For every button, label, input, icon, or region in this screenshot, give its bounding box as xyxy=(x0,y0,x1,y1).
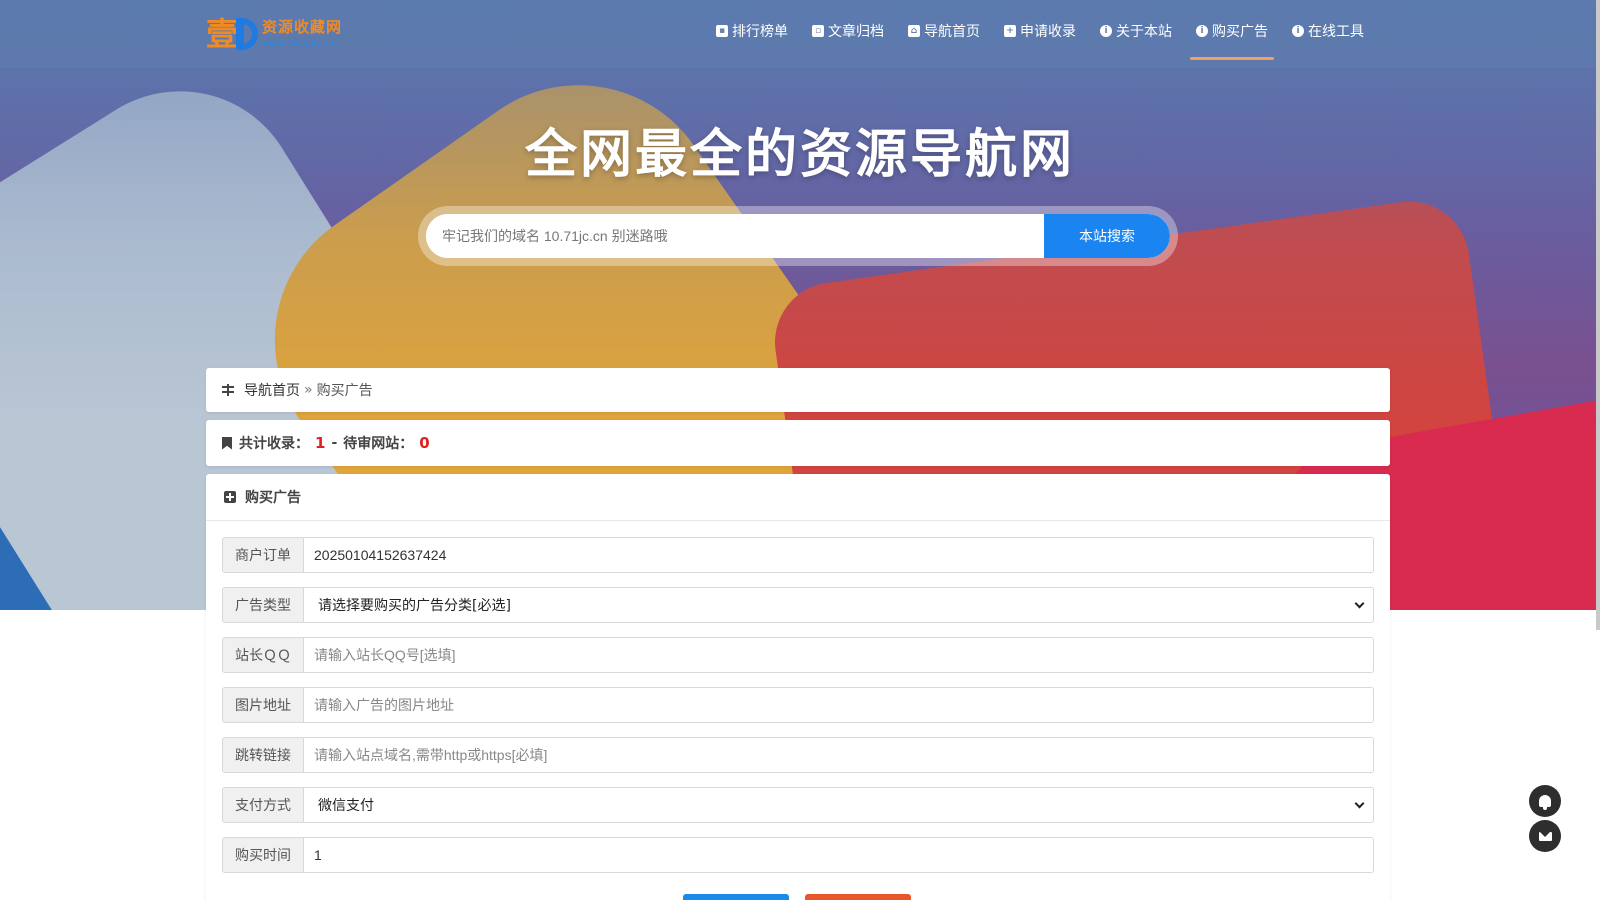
nav-menu: ▪ 排行榜单 ▫ 文章归档 ⌂ 导航首页 + 申请收录 i 关于本站 i 购买广… xyxy=(704,0,1376,62)
buy-ad-form: 购买广告 商户订单 广告类型 请选择要购买的广告分类[必选] 站长ＱＱ 图片地址… xyxy=(206,474,1390,900)
nav-item-label: 文章归档 xyxy=(828,24,884,40)
nav-item-buy-ads[interactable]: i 购买广告 xyxy=(1184,0,1280,62)
order-field: 商户订单 xyxy=(222,537,1374,573)
scrollbar[interactable] xyxy=(1596,0,1600,630)
plus-square-icon xyxy=(224,491,236,503)
link-input[interactable] xyxy=(304,738,1373,772)
duration-field: 购买时间 xyxy=(222,837,1374,873)
breadcrumb-separator: » xyxy=(304,382,313,398)
nav-item-submit-site[interactable]: + 申请收录 xyxy=(992,0,1088,62)
image-url-label: 图片地址 xyxy=(223,688,304,722)
ad-type-field: 广告类型 请选择要购买的广告分类[必选] xyxy=(222,587,1374,623)
search-bar: 本站搜索 xyxy=(418,206,1178,266)
logo-glyph: 壹 xyxy=(206,15,239,53)
breadcrumb-current: 购买广告 xyxy=(316,383,373,399)
included-label: 共计收录： xyxy=(239,436,309,452)
link-label: 跳转链接 xyxy=(223,738,304,772)
nav-item-archive[interactable]: ▫ 文章归档 xyxy=(800,0,896,62)
mail-float-button[interactable] xyxy=(1529,820,1561,852)
nav-item-label: 导航首页 xyxy=(924,24,980,40)
info-icon: i xyxy=(1292,25,1304,37)
qq-float-button[interactable] xyxy=(1529,785,1561,817)
mail-icon xyxy=(1538,831,1552,841)
info-icon: i xyxy=(1100,25,1112,37)
nav-item-label: 排行榜单 xyxy=(732,24,788,40)
home-icon: ⌂ xyxy=(908,25,920,37)
payment-select[interactable]: 微信支付 xyxy=(304,788,1373,822)
ad-type-selected: 请选择要购买的广告分类[必选] xyxy=(318,598,511,614)
breadcrumb: 导航首页 » 购买广告 xyxy=(206,368,1390,412)
submit-button[interactable] xyxy=(683,894,789,900)
logo-title: 资源收藏网 xyxy=(262,18,343,36)
hero-title: 全网最全的资源导航网 xyxy=(524,125,1075,185)
image-url-input[interactable] xyxy=(304,688,1373,722)
nav-item-label: 购买广告 xyxy=(1212,24,1268,40)
form-title: 购买广告 xyxy=(245,490,301,506)
logo-url: www.1dayw.com xyxy=(262,37,338,49)
included-count: 1 xyxy=(315,434,326,452)
qq-icon xyxy=(1539,795,1551,810)
nav-item-online-tools[interactable]: i 在线工具 xyxy=(1280,0,1376,62)
breadcrumb-icon xyxy=(222,384,234,396)
breadcrumb-home-link[interactable]: 导航首页 xyxy=(244,380,300,400)
search-button[interactable]: 本站搜索 xyxy=(1044,214,1170,258)
user-card-icon: ▪ xyxy=(716,25,728,37)
search-box: 本站搜索 xyxy=(426,214,1170,258)
stats-dash: - xyxy=(331,435,338,451)
search-input[interactable] xyxy=(426,214,1044,258)
pending-label: 待审网站： xyxy=(343,436,414,452)
nav-item-label: 关于本站 xyxy=(1116,24,1172,40)
order-input[interactable] xyxy=(304,538,1373,572)
pending-count: 0 xyxy=(419,434,430,452)
order-label: 商户订单 xyxy=(223,538,304,572)
nav-item-rankings[interactable]: ▪ 排行榜单 xyxy=(704,0,800,62)
chevron-down-icon xyxy=(1354,798,1365,809)
nav-item-label: 在线工具 xyxy=(1308,24,1364,40)
qq-field: 站长ＱＱ xyxy=(222,637,1374,673)
nav-item-label: 申请收录 xyxy=(1020,24,1076,40)
payment-selected: 微信支付 xyxy=(318,798,374,814)
ad-type-select[interactable]: 请选择要购买的广告分类[必选] xyxy=(304,588,1373,622)
site-stats: 共计收录： 1 - 待审网站： 0 xyxy=(206,420,1390,466)
qq-input[interactable] xyxy=(304,638,1373,672)
chevron-down-icon xyxy=(1354,598,1365,609)
nav-item-about[interactable]: i 关于本站 xyxy=(1088,0,1184,62)
payment-label: 支付方式 xyxy=(223,788,304,822)
archive-icon: ▫ xyxy=(812,25,824,37)
reset-button[interactable] xyxy=(805,894,911,900)
payment-field: 支付方式 微信支付 xyxy=(222,787,1374,823)
form-header: 购买广告 xyxy=(206,474,1390,521)
nav-item-home[interactable]: ⌂ 导航首页 xyxy=(896,0,992,62)
info-icon: i xyxy=(1196,25,1208,37)
image-url-field: 图片地址 xyxy=(222,687,1374,723)
site-logo[interactable]: 壹 资源收藏网 www.1dayw.com xyxy=(206,14,342,54)
bookmark-icon xyxy=(222,436,232,450)
duration-input[interactable] xyxy=(304,838,1373,872)
ad-type-label: 广告类型 xyxy=(223,588,304,622)
logo-d-mark xyxy=(236,18,258,50)
top-navbar: 壹 资源收藏网 www.1dayw.com ▪ 排行榜单 ▫ 文章归档 ⌂ 导航… xyxy=(0,0,1600,68)
duration-label: 购买时间 xyxy=(223,838,304,872)
plus-square-icon: + xyxy=(1004,25,1016,37)
link-field: 跳转链接 xyxy=(222,737,1374,773)
qq-label: 站长ＱＱ xyxy=(223,638,304,672)
